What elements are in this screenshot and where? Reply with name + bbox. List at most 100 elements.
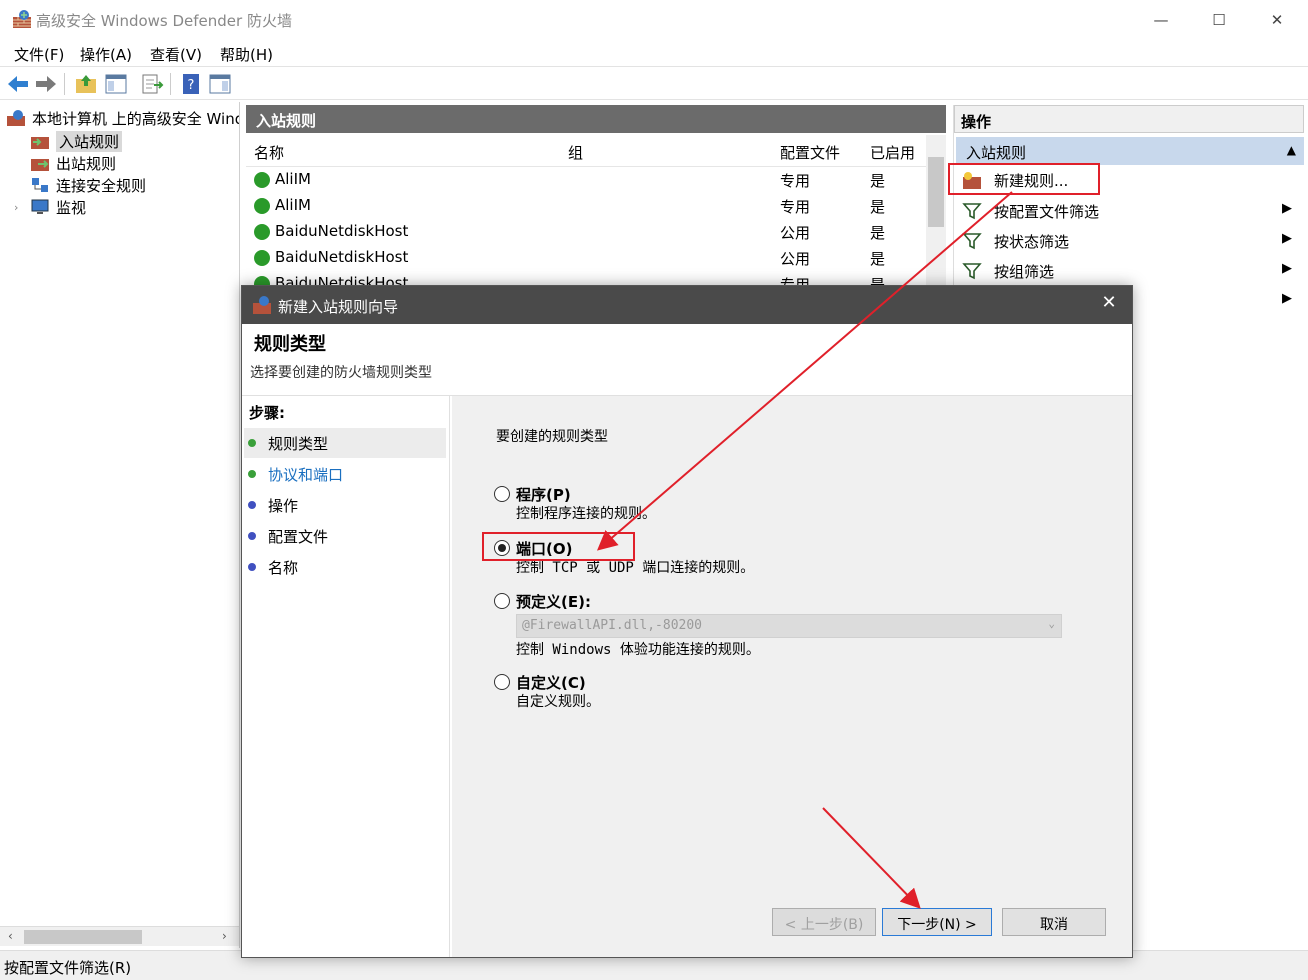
- dialog-close-icon[interactable]: ✕: [1094, 292, 1124, 318]
- menu-help[interactable]: 帮助(H): [220, 44, 273, 65]
- submenu-arrow-icon: ▶: [1282, 261, 1292, 276]
- actions-section-label: 入站规则: [966, 144, 1027, 162]
- close-button[interactable]: ✕: [1248, 0, 1306, 40]
- back-arrow-icon[interactable]: [6, 72, 30, 96]
- menu-view[interactable]: 查看(V): [150, 44, 202, 65]
- collapse-icon[interactable]: ▲: [1287, 143, 1296, 157]
- dialog-title-bar: 新建入站规则向导 ✕: [242, 286, 1132, 324]
- tree-root[interactable]: 本地计算机 上的高级安全 Windows: [6, 107, 239, 129]
- show-hide-tree-icon[interactable]: [104, 72, 128, 96]
- submenu-arrow-icon: ▶: [1282, 231, 1292, 246]
- menu-action[interactable]: 操作(A): [80, 44, 132, 65]
- step-action[interactable]: 操作: [244, 490, 446, 520]
- enabled-check-icon: [254, 250, 270, 266]
- step-bullet-icon: [248, 439, 256, 447]
- enabled-check-icon: [254, 198, 270, 214]
- rule-profile: 专用: [780, 198, 811, 216]
- tree-item-connection-security-rules[interactable]: 连接安全规则: [30, 174, 146, 196]
- tree-item-inbound-rules[interactable]: 入站规则: [30, 130, 123, 152]
- rule-name: BaiduNetdiskHost: [275, 274, 409, 285]
- menu-bar: 文件(F) 操作(A) 查看(V) 帮助(H): [0, 40, 1308, 66]
- table-row[interactable]: BaiduNetdiskHost 专用 是: [246, 271, 926, 285]
- inbound-rules-icon: [31, 137, 49, 149]
- tree-item-outbound-rules[interactable]: 出站规则: [30, 152, 116, 174]
- scrollbar-thumb[interactable]: [24, 930, 142, 944]
- table-row[interactable]: BaiduNetdiskHost 公用 是: [246, 219, 926, 245]
- tree-item-label: 连接安全规则: [56, 176, 147, 195]
- tree-item-label: 入站规则: [56, 130, 123, 152]
- rule-profile: 公用: [780, 224, 811, 242]
- rule-profile: 专用: [780, 276, 811, 285]
- annotation-highlight-port-option: [482, 532, 635, 561]
- tree-horizontal-scrollbar[interactable]: ‹ ›: [0, 926, 239, 946]
- step-label: 规则类型: [268, 434, 329, 453]
- action-filter-by-group[interactable]: 按组筛选 ▶: [962, 257, 1302, 285]
- tree-root-label: 本地计算机 上的高级安全 Windows: [32, 109, 239, 128]
- help-icon[interactable]: ?: [180, 72, 204, 96]
- table-row[interactable]: BaiduNetdiskHost 公用 是: [246, 245, 926, 271]
- step-rule-type[interactable]: 规则类型: [244, 428, 446, 458]
- filter-icon: [962, 263, 982, 280]
- action-filter-by-profile[interactable]: 按配置文件筛选 ▶: [962, 197, 1302, 225]
- action-label: 按组筛选: [994, 262, 1055, 281]
- forward-arrow-icon[interactable]: [34, 72, 58, 96]
- column-header-group[interactable]: 组: [568, 142, 583, 163]
- column-header-enabled[interactable]: 已启用: [870, 142, 915, 163]
- title-bar: 高级安全 Windows Defender 防火墙 — ☐ ✕: [0, 0, 1308, 40]
- radio-custom[interactable]: [494, 674, 510, 690]
- minimize-button[interactable]: —: [1132, 0, 1190, 40]
- scroll-left-icon[interactable]: ‹: [8, 929, 13, 943]
- table-row[interactable]: AliIM 专用 是: [246, 167, 926, 193]
- option-description: 自定义规则。: [516, 694, 600, 710]
- rules-list: 名称 组 配置文件 已启用 AliIM 专用 是 AliIM 专用 是 Baid…: [246, 135, 946, 285]
- enabled-check-icon: [254, 172, 270, 188]
- filter-icon: [962, 203, 982, 220]
- actions-section-inbound-rules[interactable]: 入站规则 ▲: [956, 137, 1304, 165]
- dialog-title: 新建入站规则向导: [278, 298, 399, 316]
- steps-title: 步骤:: [249, 404, 285, 422]
- radio-program[interactable]: [494, 486, 510, 502]
- rule-enabled: 是: [870, 198, 886, 216]
- export-list-icon[interactable]: [140, 72, 164, 96]
- close-icon: ✕: [1270, 11, 1284, 29]
- scroll-right-icon[interactable]: ›: [222, 929, 227, 943]
- actions-header: 操作: [954, 105, 1304, 133]
- svg-text:?: ?: [188, 78, 195, 93]
- step-name[interactable]: 名称: [244, 552, 446, 582]
- firewall-icon: [13, 10, 31, 28]
- step-profile[interactable]: 配置文件: [244, 521, 446, 551]
- table-row[interactable]: AliIM 专用 是: [246, 193, 926, 219]
- enabled-check-icon: [254, 224, 270, 240]
- firewall-icon: [7, 110, 25, 126]
- annotation-highlight-new-rule: [948, 163, 1100, 195]
- show-hide-action-pane-icon[interactable]: [208, 72, 232, 96]
- predefined-select[interactable]: @FirewallAPI.dll,-80200 ⌄: [516, 614, 1062, 638]
- column-header-name[interactable]: 名称: [254, 142, 284, 163]
- column-header-profile[interactable]: 配置文件: [780, 142, 840, 163]
- tree-item-monitoring[interactable]: › 监视: [14, 196, 86, 218]
- toolbar-separator: [64, 73, 65, 95]
- maximize-button[interactable]: ☐: [1190, 0, 1248, 40]
- console-tree: 本地计算机 上的高级安全 Windows 入站规则 出站规则 连接安全规则 › …: [0, 102, 240, 948]
- action-label: 按配置文件筛选: [994, 202, 1100, 221]
- radio-predefined[interactable]: [494, 593, 510, 609]
- step-bullet-icon: [248, 563, 256, 571]
- rule-enabled: 是: [870, 224, 886, 242]
- minimize-icon: —: [1153, 11, 1169, 29]
- menu-file[interactable]: 文件(F): [14, 44, 64, 65]
- action-filter-by-state[interactable]: 按状态筛选 ▶: [962, 227, 1302, 255]
- rule-enabled: 是: [870, 276, 886, 285]
- cancel-button[interactable]: 取消: [1002, 908, 1106, 936]
- step-protocol-and-ports[interactable]: 协议和端口: [244, 459, 446, 489]
- list-vertical-scrollbar[interactable]: [926, 135, 946, 285]
- expand-chevron-icon[interactable]: ›: [14, 201, 30, 214]
- scrollbar-thumb[interactable]: [928, 157, 944, 227]
- toolbar: ?: [0, 66, 1308, 100]
- next-button[interactable]: 下一步(N) >: [882, 908, 992, 936]
- back-button[interactable]: < 上一步(B): [772, 908, 876, 936]
- option-label: 预定义(E):: [516, 593, 591, 611]
- rule-enabled: 是: [870, 250, 886, 268]
- tree-item-label: 出站规则: [56, 154, 117, 173]
- step-label: 名称: [268, 558, 299, 577]
- up-folder-icon[interactable]: [74, 72, 98, 96]
